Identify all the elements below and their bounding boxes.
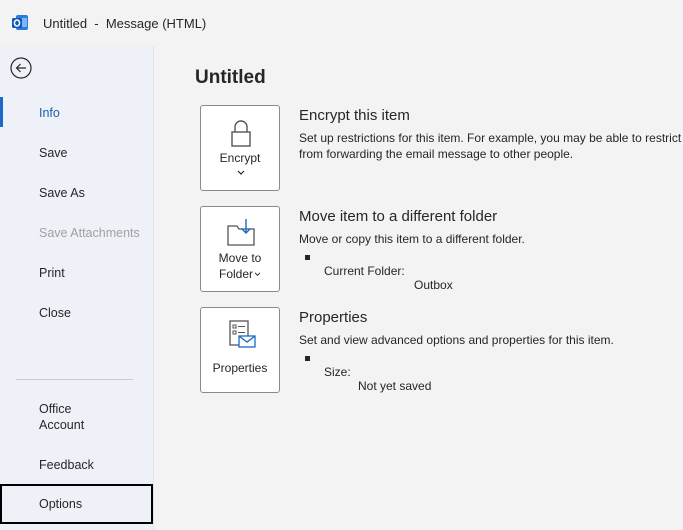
section-desc-encrypt-line2: from forwarding the email message to oth…	[299, 147, 574, 161]
size-value: Not yet saved	[358, 379, 432, 393]
sidebar-item-save-as[interactable]: Save As	[0, 173, 153, 213]
sidebar-item-label: Save	[39, 146, 68, 160]
sidebar-item-label: Save Attachments	[39, 226, 140, 240]
size-key: Size:	[324, 365, 351, 379]
properties-icon	[229, 320, 256, 348]
sidebar-item-label: Close	[39, 306, 71, 320]
sidebar-item-print[interactable]: Print	[0, 253, 153, 293]
sidebar-item-label: Feedback	[39, 458, 94, 472]
sidebar-item-label: Print	[39, 266, 65, 280]
current-folder-key: Current Folder:	[324, 264, 405, 278]
info-pane: Untitled Encrypt Encrypt this item Set u…	[153, 46, 683, 530]
sidebar-item-label: Save As	[39, 186, 85, 200]
move-to-folder-button[interactable]: Move to Folder	[200, 206, 280, 292]
section-desc-move: Move or copy this item to a different fo…	[299, 232, 525, 246]
sidebar-item-close[interactable]: Close	[0, 293, 153, 333]
encrypt-button[interactable]: Encrypt	[200, 105, 280, 191]
section-desc-properties: Set and view advanced options and proper…	[299, 333, 614, 347]
size-bullet: Size: Not yet saved	[305, 351, 431, 407]
move-folder-icon	[227, 219, 255, 246]
lock-icon	[231, 120, 251, 147]
page-title: Untitled	[195, 67, 266, 88]
properties-button[interactable]: Properties	[200, 307, 280, 393]
chevron-down-icon	[254, 272, 261, 277]
sidebar-item-info[interactable]: Info	[0, 93, 153, 133]
current-folder-value: Outbox	[414, 278, 453, 292]
move-to-folder-label-line1: Move to	[218, 251, 262, 265]
window-title: Untitled - Message (HTML)	[43, 16, 207, 31]
sidebar-item-save-attachments: Save Attachments	[0, 213, 153, 253]
section-desc-encrypt-line1: Set up restrictions for this item. For e…	[299, 131, 683, 145]
outlook-app-icon	[12, 15, 28, 30]
sidebar-item-office-account[interactable]: Office Account	[0, 395, 153, 435]
section-title-move: Move item to a different folder	[299, 208, 498, 225]
sidebar-item-label: Office Account	[39, 402, 85, 432]
back-arrow-icon[interactable]	[10, 57, 32, 79]
current-folder-bullet: Current Folder: Outbox	[305, 250, 453, 306]
sidebar-item-save[interactable]: Save	[0, 133, 153, 173]
section-title-encrypt: Encrypt this item	[299, 107, 410, 124]
sidebar-divider	[16, 379, 133, 380]
sidebar-item-label: Options	[39, 497, 83, 511]
sidebar-item-label: Info	[39, 106, 60, 120]
properties-button-label: Properties	[212, 361, 268, 375]
move-to-folder-label-line2: Folder	[218, 267, 253, 281]
backstage-sidebar: Info Save Save As Save Attachments Print…	[0, 46, 153, 530]
sidebar-item-feedback[interactable]: Feedback	[0, 445, 153, 485]
chevron-down-icon	[237, 170, 245, 175]
section-title-properties: Properties	[299, 309, 368, 326]
sidebar-item-options[interactable]: Options	[0, 484, 153, 524]
encrypt-button-label: Encrypt	[219, 151, 261, 165]
title-bar: Untitled - Message (HTML)	[0, 0, 683, 46]
